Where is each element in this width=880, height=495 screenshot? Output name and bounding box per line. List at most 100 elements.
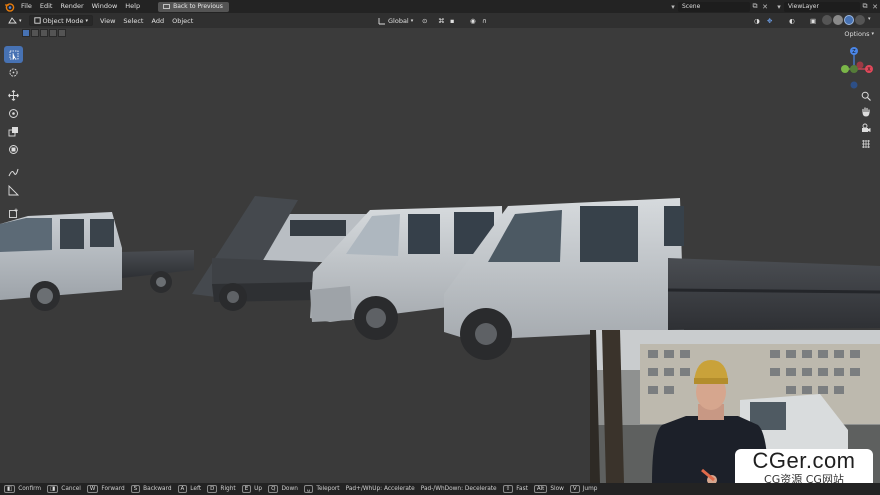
cursor-icon[interactable] bbox=[4, 64, 23, 81]
key-a: A bbox=[177, 485, 188, 493]
navigation-controls bbox=[856, 90, 876, 150]
viewport-header: ▾ Object Mode ▾ View Select Add Object G… bbox=[0, 13, 880, 28]
scale-icon[interactable] bbox=[4, 123, 23, 140]
new-scene-icon[interactable]: ⧉ bbox=[750, 2, 760, 12]
move-icon[interactable] bbox=[4, 87, 23, 104]
3d-viewport-icon bbox=[8, 16, 17, 23]
zoom-icon[interactable] bbox=[860, 90, 872, 102]
status-item-up: E Up bbox=[241, 485, 263, 493]
pivot-icon: ⊙ bbox=[422, 16, 428, 25]
key-v: V bbox=[569, 485, 580, 493]
solid-shading-icon[interactable] bbox=[833, 15, 843, 25]
eye-icon: ◑ bbox=[754, 16, 760, 25]
rendered-shading-icon[interactable] bbox=[855, 15, 865, 25]
scene-icon[interactable]: ▾ bbox=[668, 2, 678, 12]
tool-shelf bbox=[4, 46, 25, 222]
status-label: Forward bbox=[101, 486, 125, 492]
status-label: Confirm bbox=[18, 486, 42, 492]
status-label: Backward bbox=[143, 486, 172, 492]
status-item-teleport: ␣ Teleport bbox=[303, 485, 340, 493]
select-intersect-icon[interactable] bbox=[58, 29, 66, 37]
status-label: Cancel bbox=[61, 486, 81, 492]
material-shading-icon[interactable] bbox=[844, 15, 854, 25]
header-menu-view[interactable]: View bbox=[96, 17, 119, 25]
remove-scene-icon[interactable]: ✕ bbox=[760, 2, 770, 12]
proportional-edit-icon: ◉ bbox=[470, 16, 476, 25]
status-label: Slow bbox=[550, 486, 564, 492]
status-item-accelerate: Pad+/WhUp: Accelerate bbox=[346, 486, 415, 492]
status-label: Jump bbox=[582, 486, 598, 492]
xray-toggle[interactable]: ▣ bbox=[806, 15, 820, 26]
gizmo-z-label: Z bbox=[852, 49, 856, 55]
menu-file[interactable]: File bbox=[17, 0, 36, 13]
measure-icon[interactable] bbox=[4, 182, 23, 199]
blender-logo-icon[interactable] bbox=[3, 1, 15, 12]
wireframe-shading-icon[interactable] bbox=[822, 15, 832, 25]
navigation-gizmo[interactable]: Z X bbox=[836, 43, 880, 95]
status-item-confirm: ◧ Confirm bbox=[4, 485, 41, 493]
view-layer-icon[interactable]: ▾ bbox=[774, 2, 784, 12]
mouse-right-icon: ◨ bbox=[47, 485, 59, 493]
gizmo-toggle[interactable]: ✥ bbox=[763, 15, 776, 26]
scene-selector: ▾ Scene ⧉ ✕ bbox=[668, 1, 770, 12]
menu-render[interactable]: Render bbox=[56, 0, 87, 13]
header-menu-select[interactable]: Select bbox=[119, 17, 147, 25]
transform-orientation-dropdown[interactable]: Global ▾ bbox=[374, 15, 417, 26]
transform-icon[interactable] bbox=[4, 141, 23, 158]
options-label: Options bbox=[844, 30, 870, 38]
snap-target-dropdown[interactable]: ▪ bbox=[446, 15, 458, 26]
object-mode-dropdown[interactable]: Object Mode ▾ bbox=[28, 15, 93, 26]
menu-help[interactable]: Help bbox=[121, 0, 144, 13]
screen-icon bbox=[163, 3, 170, 9]
selection-mode-group bbox=[22, 29, 66, 37]
status-item-down: Q Down bbox=[268, 485, 298, 493]
editor-type-dropdown[interactable]: ▾ bbox=[4, 15, 26, 26]
select-extend-icon[interactable] bbox=[31, 29, 39, 37]
hand-pan-icon[interactable] bbox=[860, 106, 872, 118]
status-label: Right bbox=[220, 486, 236, 492]
rotate-icon[interactable] bbox=[4, 105, 23, 122]
status-label: Up bbox=[254, 486, 263, 492]
grid-icon[interactable] bbox=[860, 138, 872, 150]
chevron-down-icon: ▾ bbox=[871, 31, 874, 37]
remove-view-layer-icon[interactable]: ✕ bbox=[870, 2, 880, 12]
select-invert-icon[interactable] bbox=[49, 29, 57, 37]
pivot-point-dropdown[interactable]: ⊙ bbox=[418, 15, 431, 26]
mouse-left-icon: ◧ bbox=[4, 485, 16, 493]
back-to-previous-button[interactable]: Back to Previous bbox=[158, 1, 229, 12]
back-to-previous-label: Back to Previous bbox=[173, 3, 223, 10]
snap-target-icon: ▪ bbox=[450, 16, 455, 25]
select-subtract-icon[interactable] bbox=[40, 29, 48, 37]
key-alt: Alt bbox=[533, 485, 548, 493]
menu-edit[interactable]: Edit bbox=[36, 0, 57, 13]
chevron-down-icon: ▾ bbox=[410, 17, 414, 24]
header-menu-add[interactable]: Add bbox=[147, 17, 168, 25]
shading-mode-group bbox=[822, 15, 865, 25]
menu-window[interactable]: Window bbox=[88, 0, 122, 13]
scene-field[interactable]: Scene bbox=[678, 1, 750, 12]
select-box-icon[interactable] bbox=[4, 46, 23, 63]
status-label: Pad-/WhDown: Decelerate bbox=[420, 486, 497, 492]
header-menu-object[interactable]: Object bbox=[168, 17, 197, 25]
status-item-fast: ⇧ Fast bbox=[502, 485, 528, 493]
space-key-icon: ␣ bbox=[303, 485, 314, 493]
status-label: Teleport bbox=[316, 486, 340, 492]
add-cube-icon[interactable] bbox=[4, 205, 23, 222]
select-new-icon[interactable] bbox=[22, 29, 30, 37]
chevron-down-icon[interactable]: ▾ bbox=[868, 16, 871, 22]
annotate-icon[interactable] bbox=[4, 164, 23, 181]
status-item-cancel: ◨ Cancel bbox=[47, 485, 81, 493]
visibility-dropdown[interactable]: ◑ bbox=[750, 15, 764, 26]
view-layer-selector: ▾ ViewLayer ⧉ ✕ bbox=[774, 1, 880, 12]
options-dropdown[interactable]: Options ▾ bbox=[844, 30, 874, 38]
overlays-toggle[interactable]: ◐ bbox=[785, 15, 799, 26]
toolbar-divider bbox=[4, 159, 25, 163]
falloff-dropdown[interactable]: ∩ bbox=[478, 15, 491, 26]
key-q: Q bbox=[268, 485, 279, 493]
status-label: Fast bbox=[516, 486, 528, 492]
status-label: Pad+/WhUp: Accelerate bbox=[345, 486, 415, 492]
view-layer-field[interactable]: ViewLayer bbox=[784, 1, 860, 12]
new-view-layer-icon[interactable]: ⧉ bbox=[860, 2, 870, 12]
3d-viewport[interactable]: Options ▾ Z X bbox=[0, 28, 880, 483]
camera-icon[interactable] bbox=[860, 122, 872, 134]
